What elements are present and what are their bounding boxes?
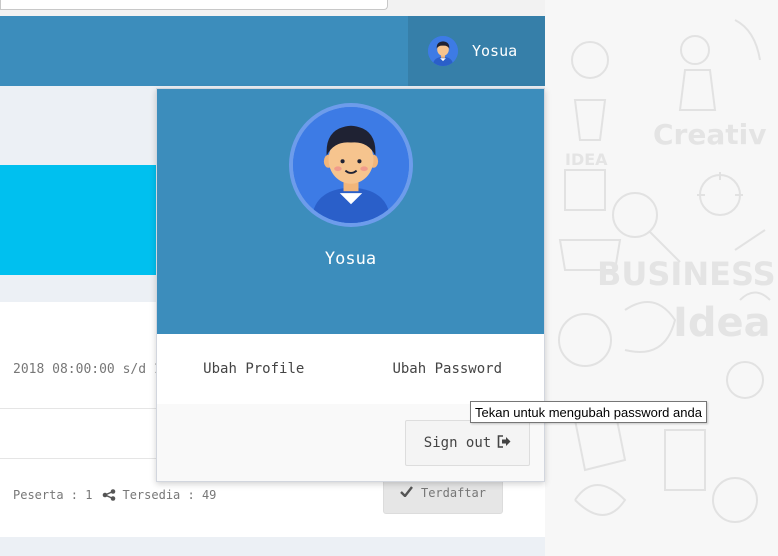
doodle-word-idea: IDEA	[565, 150, 608, 169]
registered-label: Terdaftar	[420, 486, 487, 500]
top-navbar: Yosua	[0, 16, 545, 86]
address-bar[interactable]	[0, 0, 388, 10]
avatar-icon	[428, 36, 458, 66]
doodle-background: Creativ IDEA BUSINESS Idea	[545, 0, 778, 556]
user-menu-toggle[interactable]: Yosua	[408, 16, 545, 86]
available-count: Tersedia : 49	[122, 488, 217, 502]
check-icon	[400, 486, 413, 500]
event-date-range: 2018 08:00:00 s/d 1	[13, 362, 162, 377]
share-icon	[102, 489, 116, 501]
sign-out-icon	[497, 434, 511, 452]
doodle-word-idea-large: Idea	[673, 300, 771, 346]
dropdown-user-name: Yosua	[324, 249, 377, 269]
doodle-word-creative: Creativ	[653, 118, 767, 151]
user-name: Yosua	[472, 42, 518, 60]
info-box	[0, 165, 156, 275]
user-avatar-small	[428, 36, 458, 66]
change-password-tooltip: Tekan untuk mengubah password anda	[470, 401, 707, 423]
user-avatar-large	[289, 103, 413, 227]
sign-out-label: Sign out	[423, 435, 492, 451]
participants-count: Peserta : 1	[13, 488, 93, 502]
avatar-icon	[293, 107, 409, 223]
change-password-link[interactable]: Ubah Password	[351, 361, 545, 377]
edit-profile-link[interactable]: Ubah Profile	[157, 361, 351, 377]
dropdown-links: Ubah Profile Ubah Password	[157, 334, 544, 404]
doodle-word-business: BUSINESS	[597, 255, 776, 293]
user-header: Yosua	[157, 89, 544, 334]
event-stats: Peserta : 1 Tersedia : 49	[13, 488, 216, 502]
sign-out-button[interactable]: Sign out	[405, 420, 530, 466]
